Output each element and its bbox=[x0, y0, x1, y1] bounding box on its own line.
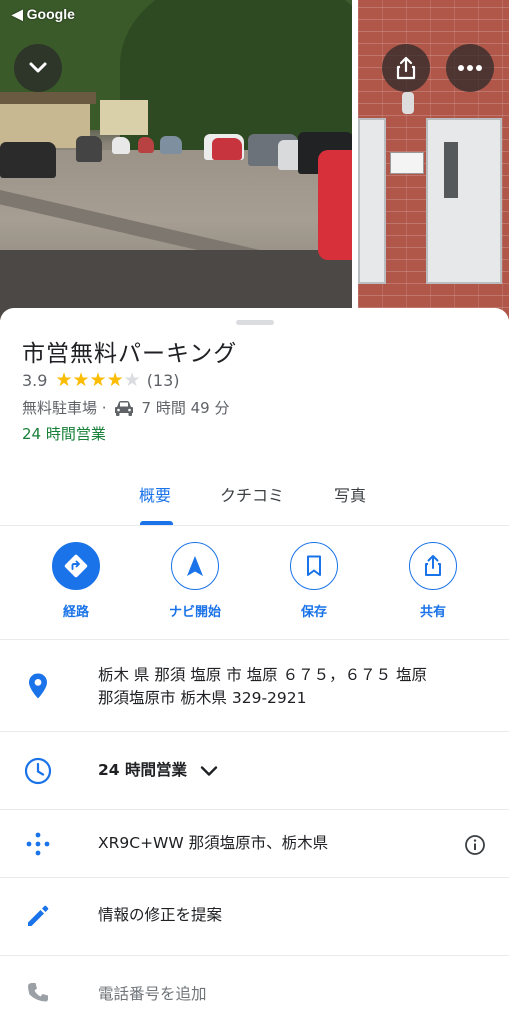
action-buttons: 経路 ナビ開始 保存 共有 bbox=[0, 526, 509, 640]
tab-reviews[interactable]: クチコミ bbox=[220, 482, 284, 506]
car bbox=[138, 137, 154, 153]
more-horizontal-icon bbox=[458, 65, 482, 71]
door bbox=[426, 118, 502, 284]
tab-bar: 概要 クチコミ 写真 bbox=[0, 468, 509, 526]
phone-icon bbox=[24, 979, 52, 1007]
directions-icon bbox=[64, 554, 88, 578]
star-filled-icon: ★ bbox=[55, 369, 73, 391]
address-line-1: 栃木 県 那須 塩原 市 塩原 ６７５，６７５ 塩原 bbox=[98, 666, 427, 684]
info-icon[interactable] bbox=[464, 834, 486, 860]
door-window bbox=[444, 142, 458, 198]
more-options-button[interactable] bbox=[446, 44, 494, 92]
wall-light bbox=[402, 92, 414, 114]
hours-row[interactable]: 24 時間営業 bbox=[0, 732, 509, 810]
door bbox=[358, 118, 386, 284]
hours-text[interactable]: 24 時間営業 bbox=[98, 759, 219, 782]
suggest-edit-text[interactable]: 情報の修正を提案 bbox=[98, 904, 222, 927]
add-phone-row[interactable]: 電話番号を追加 bbox=[0, 956, 509, 1024]
photo-carousel[interactable]: ◀ Google bbox=[0, 0, 509, 320]
tab-photos[interactable]: 写真 bbox=[334, 482, 366, 506]
add-phone-text[interactable]: 電話番号を追加 bbox=[98, 983, 207, 1006]
car bbox=[160, 136, 182, 154]
plus-code-row[interactable]: XR9C+WW 那須塩原市、栃木県 bbox=[0, 810, 509, 878]
start-navigation-button-circle[interactable] bbox=[171, 542, 219, 590]
share-button[interactable]: 共有 bbox=[393, 542, 473, 620]
bookmark-icon bbox=[307, 555, 321, 576]
car bbox=[0, 142, 56, 178]
restroom-sign bbox=[390, 152, 424, 174]
clock-icon bbox=[24, 757, 52, 785]
pencil-icon bbox=[24, 902, 52, 930]
share-label: 共有 bbox=[419, 605, 446, 620]
building bbox=[100, 100, 148, 135]
photo-parking-lot[interactable] bbox=[0, 0, 352, 320]
star-filled-icon: ★ bbox=[72, 369, 90, 391]
rating-row[interactable]: 3.9 ★ ★ ★ ★ ★ (13) bbox=[22, 371, 180, 391]
chevron-down-icon bbox=[29, 62, 47, 73]
start-navigation-label: ナビ開始 bbox=[168, 605, 221, 620]
location-pin-icon bbox=[24, 672, 52, 700]
car-icon bbox=[114, 400, 133, 416]
save-button-circle[interactable] bbox=[290, 542, 338, 590]
star-rating: ★ ★ ★ ★ ★ bbox=[55, 371, 140, 390]
address-row[interactable]: 栃木 県 那須 塩原 市 塩原 ６７５，６７５ 塩原 那須塩原市 栃木県 329… bbox=[0, 640, 509, 732]
star-filled-icon: ★ bbox=[106, 369, 124, 391]
car bbox=[112, 137, 130, 154]
share-icon bbox=[396, 56, 416, 80]
collapse-button[interactable] bbox=[14, 44, 62, 92]
open-status: 24 時間営業 bbox=[22, 425, 106, 443]
address-line-2: 那須塩原市 栃木県 329-2921 bbox=[98, 689, 307, 707]
save-label: 保存 bbox=[300, 605, 327, 620]
directions-button-circle[interactable] bbox=[52, 542, 100, 590]
suggest-edit-row[interactable]: 情報の修正を提案 bbox=[0, 878, 509, 956]
rating-value: 3.9 bbox=[22, 371, 48, 390]
start-navigation-button[interactable]: ナビ開始 bbox=[155, 542, 235, 620]
address-text[interactable]: 栃木 県 那須 塩原 市 塩原 ６７５，６７５ 塩原 那須塩原市 栃木県 329… bbox=[98, 664, 427, 710]
building-roof bbox=[0, 92, 96, 104]
save-button[interactable]: 保存 bbox=[274, 542, 354, 620]
place-category: 無料駐車場 · bbox=[22, 399, 107, 417]
chevron-down-icon[interactable] bbox=[199, 764, 219, 778]
plus-code-text[interactable]: XR9C+WW 那須塩原市、栃木県 bbox=[98, 832, 328, 855]
car bbox=[212, 138, 242, 160]
navigation-arrow-icon bbox=[187, 556, 203, 576]
hours-label: 24 時間営業 bbox=[98, 761, 187, 779]
drag-handle[interactable] bbox=[236, 320, 274, 325]
share-icon bbox=[425, 555, 441, 576]
share-button-circle[interactable] bbox=[409, 542, 457, 590]
place-details-sheet: 市営無料パーキング 3.9 ★ ★ ★ ★ ★ (13) 無料駐車場 · 7 時間 49… bbox=[0, 308, 509, 1024]
active-tab-indicator bbox=[140, 521, 173, 525]
directions-button[interactable]: 経路 bbox=[36, 542, 116, 620]
share-photo-button[interactable] bbox=[382, 44, 430, 92]
star-empty-icon: ★ bbox=[123, 369, 141, 391]
star-filled-icon: ★ bbox=[89, 369, 107, 391]
tab-overview[interactable]: 概要 bbox=[139, 482, 171, 506]
place-title: 市営無料パーキング bbox=[22, 341, 238, 367]
plus-code-icon bbox=[24, 830, 52, 858]
directions-label: 経路 bbox=[62, 605, 89, 620]
car bbox=[318, 150, 352, 260]
photo-restroom[interactable] bbox=[358, 0, 509, 320]
drive-time: 7 時間 49 分 bbox=[141, 399, 230, 417]
meta-row: 無料駐車場 · 7 時間 49 分 bbox=[22, 397, 229, 418]
back-to-google-link[interactable]: ◀ Google bbox=[12, 6, 75, 23]
review-count: (13) bbox=[146, 371, 180, 390]
car bbox=[76, 136, 102, 162]
